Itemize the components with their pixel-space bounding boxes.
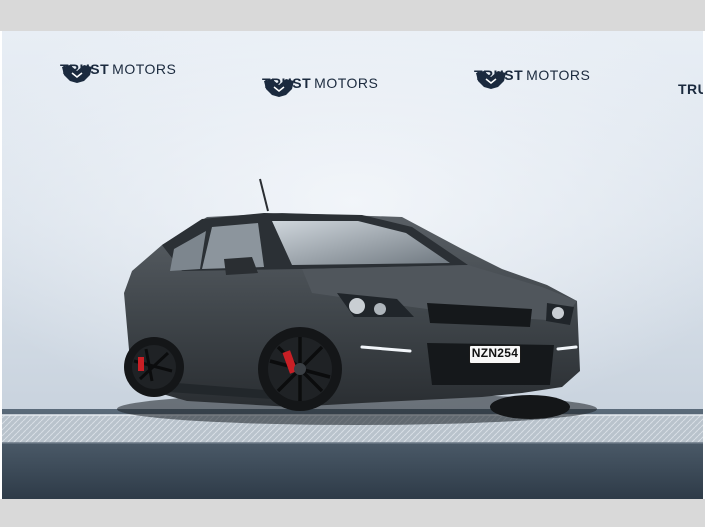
car-photo: TRUSTMOTORS TRUSTMOTORS TRUSTMOTORS TRU … (2, 31, 703, 499)
license-plate: NZN254 (469, 345, 521, 364)
handshake-icon (264, 79, 294, 97)
bottom-frame-bar (0, 499, 705, 527)
handshake-icon (62, 65, 92, 83)
logo-4: TRU (678, 81, 703, 97)
logo-2: TRUSTMOTORS (262, 75, 378, 97)
brand-wordmark: TRU (678, 81, 703, 97)
car-photo-illustration (2, 31, 703, 499)
logo-1: TRUSTMOTORS (60, 61, 176, 83)
handshake-icon (476, 71, 506, 89)
logo-3: TRUSTMOTORS (474, 67, 590, 89)
top-frame-bar (0, 0, 705, 31)
